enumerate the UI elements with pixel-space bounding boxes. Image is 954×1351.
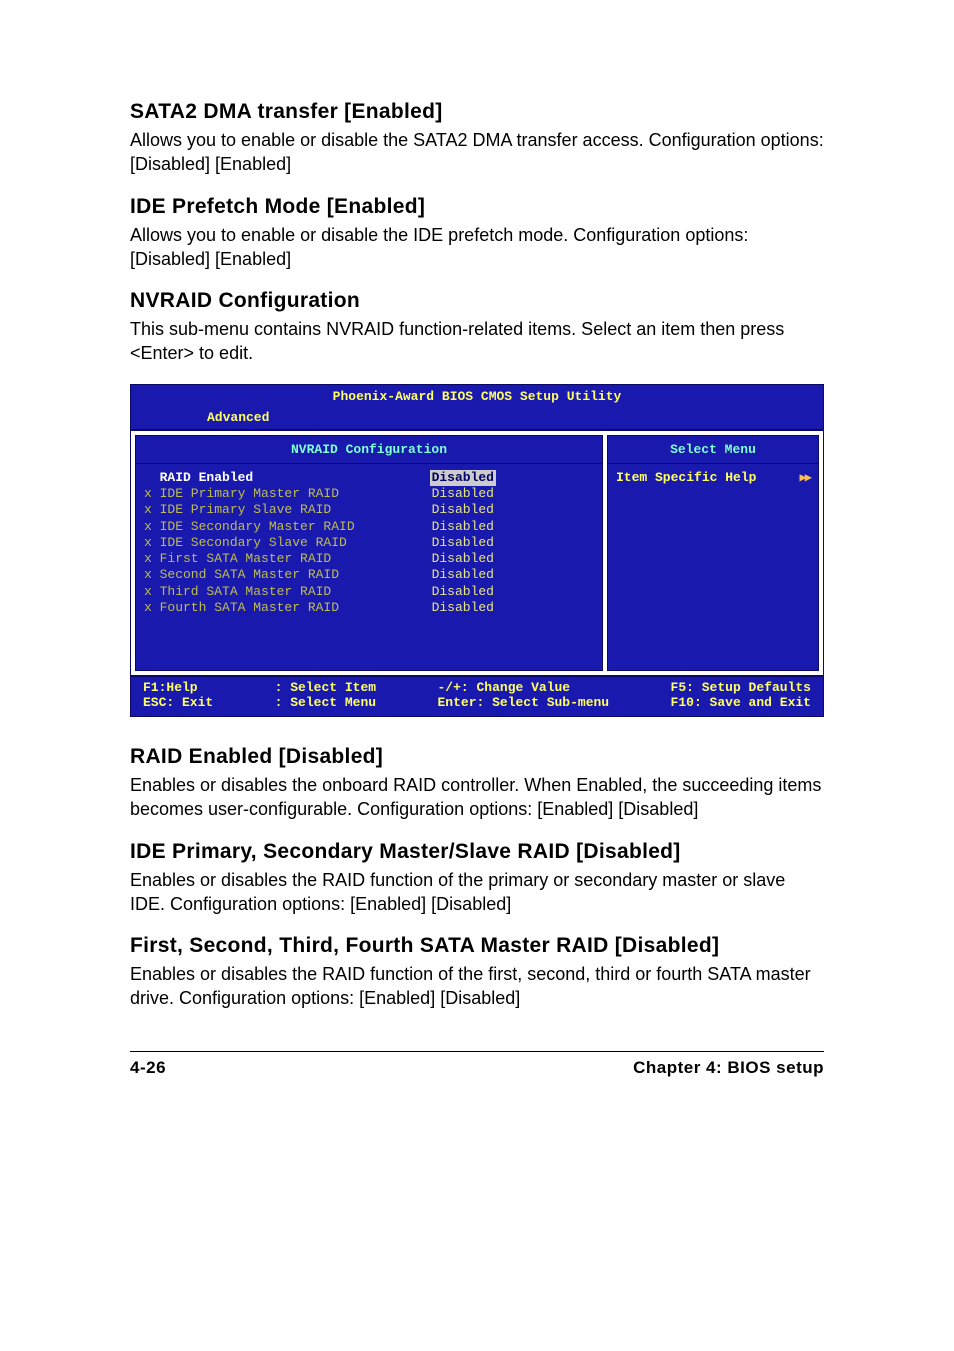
body-ide-prim-sec: Enables or disables the RAID function of… (130, 868, 824, 917)
bios-item-row[interactable]: x IDE Primary Slave RAID Disabled (144, 502, 594, 518)
bios-item-value: Disabled (432, 567, 594, 583)
bios-item-row[interactable]: x IDE Secondary Master RAID Disabled (144, 519, 594, 535)
bios-item-value: Disabled (432, 535, 594, 551)
bios-right-panel: Select Menu Item Specific Help ▶▶ (607, 435, 819, 671)
bios-item-value: Disabled (432, 486, 594, 502)
footer-col-1: F1:Help ESC: Exit (143, 680, 213, 711)
bios-item-value: Disabled (432, 551, 594, 567)
bios-item-label: x Second SATA Master RAID (144, 567, 339, 583)
bios-item-value: Disabled (432, 584, 594, 600)
footer-col-2: : Select Item : Select Menu (275, 680, 376, 711)
bios-item-label: x Third SATA Master RAID (144, 584, 331, 600)
bios-items-list: RAID EnabledDisabledx IDE Primary Master… (136, 464, 602, 670)
arrow-right-icon: ▶▶ (798, 470, 810, 485)
bios-item-value: Disabled (432, 519, 594, 535)
bios-right-title: Select Menu (608, 436, 818, 464)
bios-footer: F1:Help ESC: Exit : Select Item : Select… (131, 675, 823, 716)
heading-sata2: SATA2 DMA transfer [Enabled] (130, 100, 824, 124)
body-nvraid: This sub-menu contains NVRAID function-r… (130, 317, 824, 366)
heading-ide-prim-sec: IDE Primary, Secondary Master/Slave RAID… (130, 840, 824, 864)
page-footer: 4-26 Chapter 4: BIOS setup (130, 1051, 824, 1078)
bios-item-row[interactable]: x IDE Primary Master RAID Disabled (144, 486, 594, 502)
bios-item-value: Disabled (432, 502, 594, 518)
bios-item-label: x IDE Primary Slave RAID (144, 502, 331, 518)
heading-raid-enabled: RAID Enabled [Disabled] (130, 745, 824, 769)
chapter-label: Chapter 4: BIOS setup (633, 1058, 824, 1078)
bios-help-label: Item Specific Help (616, 470, 756, 485)
bios-item-row[interactable]: x Third SATA Master RAID Disabled (144, 584, 594, 600)
bios-tab-advanced[interactable]: Advanced (197, 408, 279, 427)
bios-item-row[interactable]: x Second SATA Master RAID Disabled (144, 567, 594, 583)
bios-item-label: x First SATA Master RAID (144, 551, 331, 567)
bios-item-label: x IDE Primary Master RAID (144, 486, 339, 502)
bios-item-label: x Fourth SATA Master RAID (144, 600, 339, 616)
bios-item-label: x IDE Secondary Master RAID (144, 519, 355, 535)
bios-item-row[interactable]: x IDE Secondary Slave RAID Disabled (144, 535, 594, 551)
bios-help-text: Item Specific Help ▶▶ (608, 464, 818, 491)
bios-left-title: NVRAID Configuration (136, 436, 602, 464)
bios-tabs: Advanced (131, 408, 823, 429)
heading-ide-prefetch: IDE Prefetch Mode [Enabled] (130, 195, 824, 219)
bios-title: Phoenix-Award BIOS CMOS Setup Utility (131, 385, 823, 408)
bios-screen: Phoenix-Award BIOS CMOS Setup Utility Ad… (130, 384, 824, 717)
bios-item-value: Disabled (432, 600, 594, 616)
footer-col-4: F5: Setup Defaults F10: Save and Exit (671, 680, 811, 711)
heading-sata-master: First, Second, Third, Fourth SATA Master… (130, 934, 824, 958)
body-sata2: Allows you to enable or disable the SATA… (130, 128, 824, 177)
body-raid-enabled: Enables or disables the onboard RAID con… (130, 773, 824, 822)
bios-item-label: RAID Enabled (144, 470, 253, 486)
bios-item-row[interactable]: x First SATA Master RAID Disabled (144, 551, 594, 567)
page-number: 4-26 (130, 1058, 166, 1078)
bios-item-row[interactable]: x Fourth SATA Master RAID Disabled (144, 600, 594, 616)
bios-item-label: x IDE Secondary Slave RAID (144, 535, 347, 551)
bios-item-value: Disabled (430, 470, 496, 486)
bios-item-row[interactable]: RAID Enabled Disabled (144, 470, 594, 486)
footer-col-3: -/+: Change Value Enter: Select Sub-menu (437, 680, 609, 711)
bios-left-panel: NVRAID Configuration RAID Enabled Disable… (135, 435, 603, 671)
body-sata-master: Enables or disables the RAID function of… (130, 962, 824, 1011)
body-ide-prefetch: Allows you to enable or disable the IDE … (130, 223, 824, 272)
heading-nvraid: NVRAID Configuration (130, 289, 824, 313)
